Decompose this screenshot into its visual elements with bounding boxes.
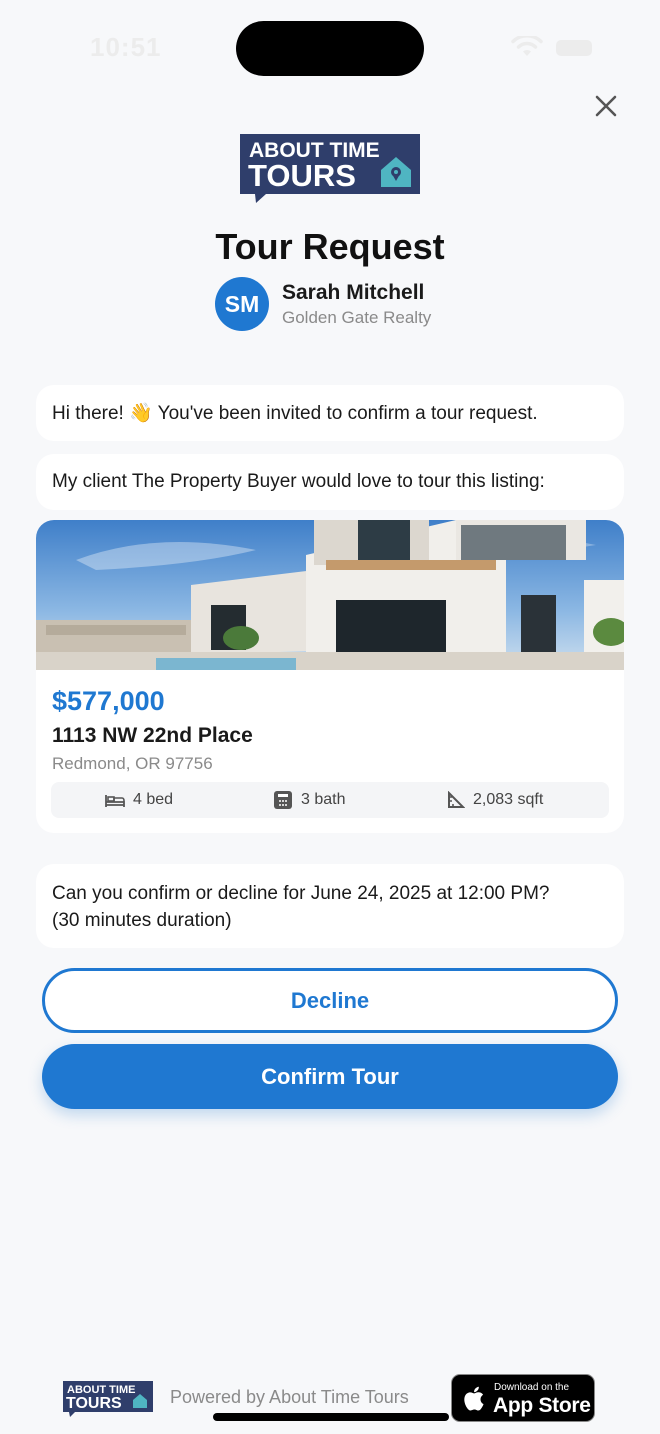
intro-message: My client The Property Buyer would love … <box>36 454 624 510</box>
listing-photo <box>36 520 624 670</box>
avatar: SM <box>215 277 269 331</box>
beds-label: 4 bed <box>133 791 174 808</box>
listing-price: $577,000 <box>52 686 165 716</box>
confirm-question-line1: Can you confirm or decline for June 24, … <box>52 883 550 904</box>
agent-name: Sarah Mitchell <box>282 281 425 304</box>
logo-text-line2: TOURS <box>248 158 356 193</box>
close-button[interactable] <box>588 88 624 124</box>
bed-icon <box>105 795 125 807</box>
agent-company: Golden Gate Realty <box>282 308 432 327</box>
battery-icon <box>556 40 592 56</box>
confirm-tour-button[interactable]: Confirm Tour <box>42 1044 618 1109</box>
ruler-icon <box>448 791 465 808</box>
page-title: Tour Request <box>215 226 445 267</box>
baths-label: 3 bath <box>301 791 346 808</box>
close-icon <box>595 95 617 117</box>
sqft-label: 2,083 sqft <box>473 791 544 808</box>
listing-card[interactable]: $577,000 1113 NW 22nd Place Redmond, OR … <box>36 520 624 833</box>
bath-icon <box>274 791 292 809</box>
dynamic-island <box>236 21 424 76</box>
about-time-tours-logo: ABOUT TIME TOURS <box>240 134 420 203</box>
status-bar: 10:51 <box>0 0 660 96</box>
confirm-question: Can you confirm or decline for June 24, … <box>36 864 624 948</box>
status-time: 10:51 <box>90 32 162 62</box>
listing-features: 4 bed 3 bath 2,083 sqft <box>51 782 609 818</box>
decline-button[interactable]: Decline <box>42 968 618 1033</box>
home-indicator <box>213 1413 449 1421</box>
agent-info: SM Sarah Mitchell Golden Gate Realty <box>215 277 475 333</box>
feature-beds: 4 bed <box>105 782 173 818</box>
confirm-question-line2: (30 minutes duration) <box>52 910 232 931</box>
footer-logo: ABOUT TIME TOURS <box>63 1381 153 1417</box>
app-store-badge[interactable]: Download on the App Store <box>451 1374 595 1422</box>
listing-city: Redmond, OR 97756 <box>52 754 213 773</box>
wifi-icon <box>511 36 543 56</box>
app-store-small-text: Download on the <box>494 1382 570 1393</box>
footer-logo-line2: TOURS <box>66 1395 122 1412</box>
listing-address: 1113 NW 22nd Place <box>52 724 253 747</box>
apple-icon <box>464 1386 484 1411</box>
greeting-message: Hi there! 👋 You've been invited to confi… <box>36 385 624 441</box>
feature-sqft: 2,083 sqft <box>447 782 543 818</box>
feature-baths: 3 bath <box>273 782 345 818</box>
powered-by-text: Powered by About Time Tours <box>170 1387 409 1407</box>
app-store-big-text: App Store <box>493 1394 591 1417</box>
